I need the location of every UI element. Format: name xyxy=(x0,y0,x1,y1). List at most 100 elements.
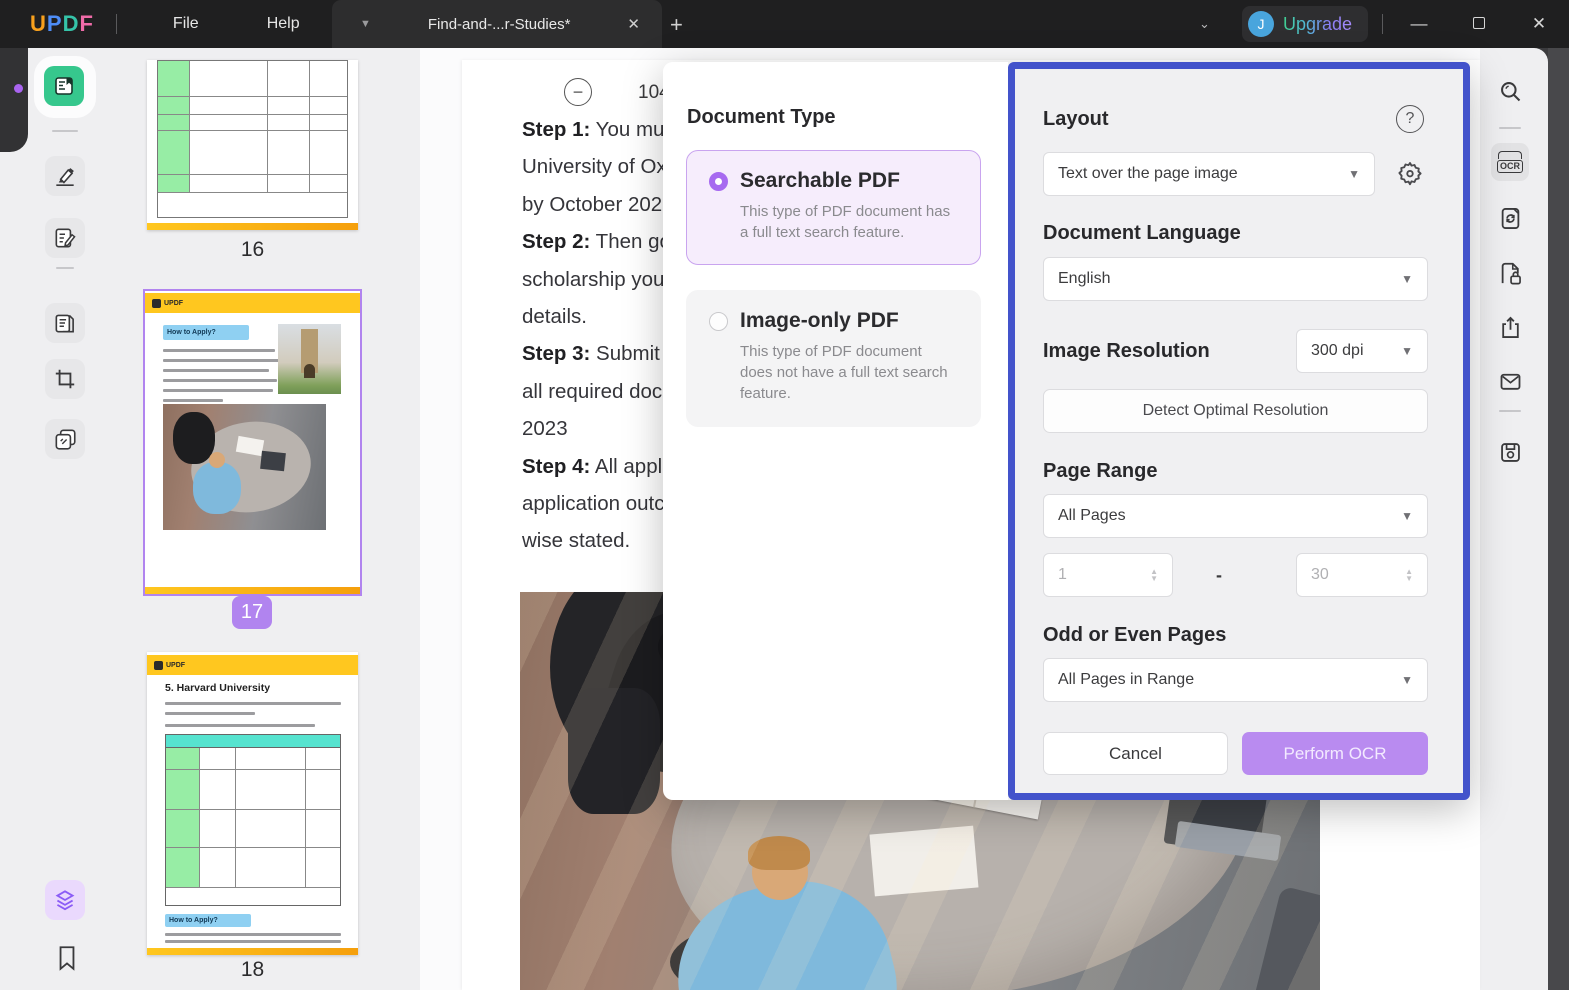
crop-tool-button[interactable] xyxy=(45,359,85,399)
thumb17-header: UPDF xyxy=(145,293,360,313)
page-to-input[interactable]: 30 ▲ ▼ xyxy=(1296,553,1428,597)
thumb18-chip: How to Apply? xyxy=(165,914,251,927)
thumb18-header: UPDF xyxy=(147,655,358,675)
chevron-down-icon: ▼ xyxy=(1348,167,1360,181)
stepper-arrows[interactable]: ▲ ▼ xyxy=(1150,568,1158,583)
toolbar-divider xyxy=(1499,127,1521,129)
detect-resolution-button[interactable]: Detect Optimal Resolution xyxy=(1043,389,1428,433)
save-button[interactable] xyxy=(1491,433,1529,471)
help-button[interactable]: ? xyxy=(1396,105,1424,133)
resolution-select[interactable]: 300 dpi ▼ xyxy=(1296,329,1428,373)
thumbnail-page-16[interactable] xyxy=(147,60,358,230)
layers-icon xyxy=(55,890,75,911)
thumb18-title: 5. Harvard University xyxy=(165,682,271,694)
convert-button[interactable] xyxy=(1491,199,1529,237)
thumbnail-page-18[interactable]: UPDF 5. Harvard University How to Apply? xyxy=(147,652,358,955)
cancel-button[interactable]: Cancel xyxy=(1043,732,1228,775)
chevron-down-icon: ▼ xyxy=(1401,673,1413,687)
language-select[interactable]: English ▼ xyxy=(1043,257,1428,301)
toolbar-divider xyxy=(52,130,78,132)
crop-icon xyxy=(55,369,75,389)
page-to-value: 30 xyxy=(1311,566,1329,583)
radio-selected-icon[interactable] xyxy=(709,172,728,191)
chevron-down-icon: ▼ xyxy=(1401,509,1413,523)
perform-ocr-button[interactable]: Perform OCR xyxy=(1242,732,1428,775)
thumb17-chip: How to Apply? xyxy=(163,325,249,340)
document-type-heading: Document Type xyxy=(687,106,836,128)
thumb17-study-photo xyxy=(163,404,326,530)
ocr-button[interactable]: OCR xyxy=(1491,143,1529,181)
protect-button[interactable] xyxy=(1491,254,1529,292)
reader-mode-button[interactable] xyxy=(44,66,84,106)
share-icon xyxy=(1501,316,1519,338)
upgrade-label: Upgrade xyxy=(1282,13,1352,34)
thumb17-footer-bar xyxy=(145,587,360,594)
radio-unselected-icon[interactable] xyxy=(709,312,728,331)
bookmark-button[interactable] xyxy=(47,938,87,978)
option-description: This type of PDF document does not have … xyxy=(740,343,948,402)
toolbar-divider xyxy=(56,267,74,269)
logo-letter: P xyxy=(46,11,63,36)
edit-document-icon xyxy=(55,228,76,248)
ocr-icon-label: OCR xyxy=(1497,160,1523,173)
new-tab-button[interactable]: + xyxy=(670,12,683,38)
language-value: English xyxy=(1058,270,1111,287)
search-button[interactable] xyxy=(1491,72,1529,110)
envelope-icon xyxy=(1500,373,1520,390)
page-range-value: All Pages xyxy=(1058,507,1126,524)
layout-select[interactable]: Text over the page image ▼ xyxy=(1043,152,1375,196)
option-searchable-pdf[interactable]: Searchable PDF This type of PDF document… xyxy=(686,150,981,265)
comment-tool-button[interactable] xyxy=(45,156,85,196)
thumb17-tower-photo xyxy=(278,324,341,394)
toolbar-divider xyxy=(1499,410,1521,412)
titlebar-divider xyxy=(115,14,117,34)
menu-help[interactable]: Help xyxy=(233,15,334,33)
mail-button[interactable] xyxy=(1491,362,1529,400)
option-title: Searchable PDF xyxy=(740,169,900,192)
notification-dot xyxy=(14,84,23,93)
logo-letter: D xyxy=(62,11,80,36)
stepper-arrows[interactable]: ▲ ▼ xyxy=(1405,568,1413,583)
resolution-heading: Image Resolution xyxy=(1043,340,1210,362)
gear-icon xyxy=(1398,162,1422,186)
tab-chevron-down-icon[interactable]: ▼ xyxy=(360,18,371,30)
page-from-input[interactable]: 1 ▲ ▼ xyxy=(1043,553,1173,597)
odd-even-select[interactable]: All Pages in Range ▼ xyxy=(1043,658,1428,702)
upgrade-button[interactable]: J Upgrade xyxy=(1241,6,1368,42)
stamp-pages-icon xyxy=(55,429,76,450)
page-range-select[interactable]: All Pages ▼ xyxy=(1043,494,1428,538)
stamp-tool-button[interactable] xyxy=(45,419,85,459)
thumbnail-page-17-selected[interactable]: UPDF How to Apply? xyxy=(143,289,362,596)
bookmark-icon xyxy=(59,946,75,971)
maximize-button[interactable] xyxy=(1449,14,1509,34)
chevron-down-icon: ▼ xyxy=(1401,344,1413,358)
document-lock-icon xyxy=(1501,262,1521,284)
thumb18-footer-bar xyxy=(147,948,358,955)
thumbnail-label-17: 17 xyxy=(232,596,272,629)
page-tools-button[interactable] xyxy=(45,303,85,343)
document-text: Step 1: You must f University of Oxfor b… xyxy=(522,118,697,553)
titlebar-chevron-down-icon[interactable]: ⌄ xyxy=(1199,16,1210,32)
resolution-value: 300 dpi xyxy=(1311,342,1364,359)
layout-settings-button[interactable] xyxy=(1395,158,1425,188)
close-button[interactable]: ✕ xyxy=(1509,14,1569,34)
ocr-scanner-icon xyxy=(1498,151,1522,159)
window-edge xyxy=(1548,48,1569,990)
avatar[interactable]: J xyxy=(1247,11,1274,37)
zoom-out-button[interactable]: − xyxy=(564,78,592,106)
thumb16-footer-bar xyxy=(147,223,358,230)
odd-even-heading: Odd or Even Pages xyxy=(1043,624,1227,646)
left-edge-notch xyxy=(0,48,28,152)
edit-tool-button[interactable] xyxy=(45,218,85,258)
maximize-icon xyxy=(1473,17,1485,29)
share-button[interactable] xyxy=(1491,308,1529,346)
layers-button[interactable] xyxy=(45,880,85,920)
search-icon xyxy=(1500,81,1520,101)
menu-file[interactable]: File xyxy=(139,15,233,33)
app-window: UPDF File Help ▼ Find-and-...r-Studies* … xyxy=(0,0,1569,990)
thumb16-table xyxy=(157,60,348,218)
tab-close-icon[interactable]: ✕ xyxy=(627,15,640,33)
option-image-only-pdf[interactable]: Image-only PDF This type of PDF document… xyxy=(686,290,981,427)
document-tab[interactable]: ▼ Find-and-...r-Studies* ✕ xyxy=(332,0,662,48)
minimize-button[interactable]: — xyxy=(1389,14,1449,34)
